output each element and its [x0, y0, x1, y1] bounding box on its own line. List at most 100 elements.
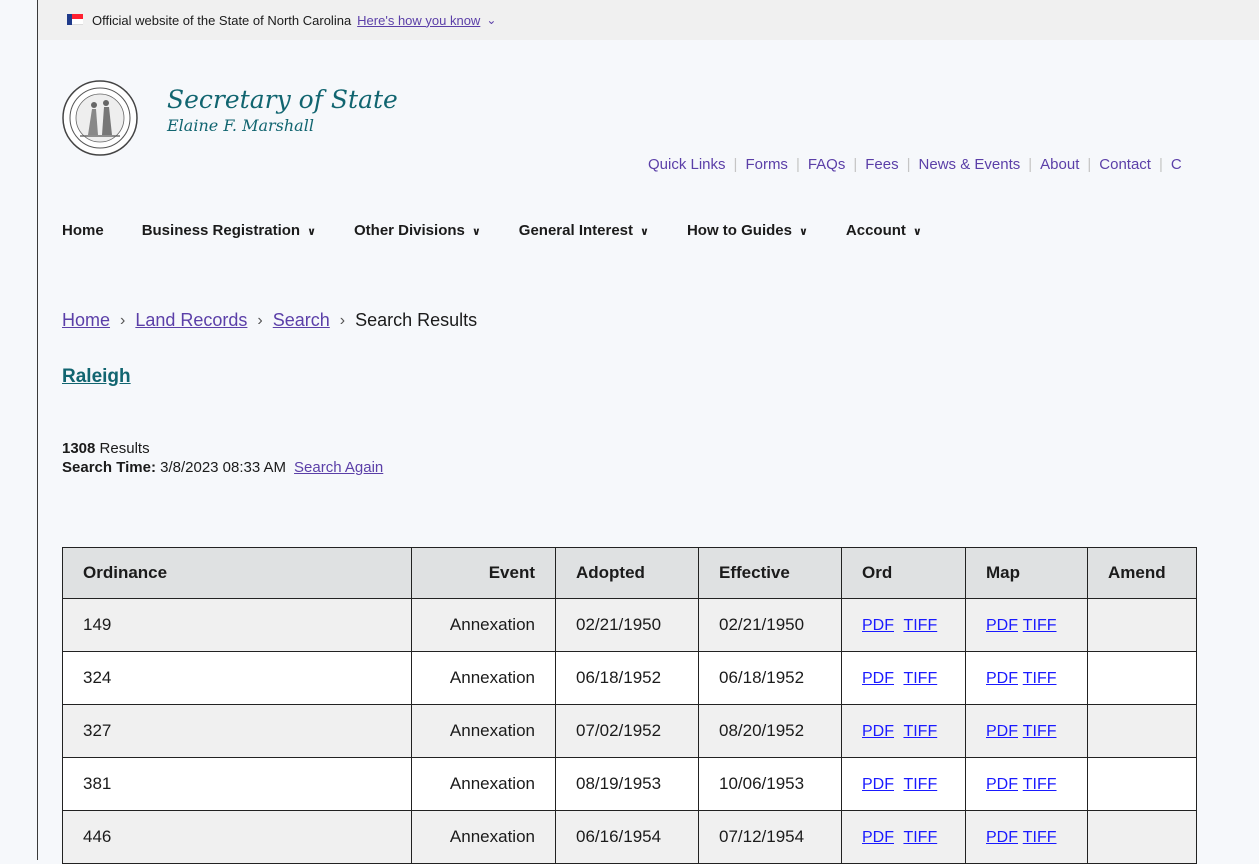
map-pdf-link[interactable]: PDF [986, 723, 1018, 740]
breadcrumb-land-records[interactable]: Land Records [135, 310, 247, 331]
nav-how-to-guides[interactable]: How to Guides ∨ [687, 222, 808, 239]
chevron-down-icon: ∨ [471, 226, 481, 238]
faqs-link[interactable]: FAQs [808, 156, 846, 173]
utility-nav: Quick Links | Forms | FAQs | Fees | News & E… [648, 156, 1182, 173]
ord-tiff-link[interactable]: TIFF [903, 617, 937, 634]
search-time-value: 3/8/2023 08:33 AM [160, 459, 287, 476]
place-heading-link[interactable]: Raleigh [62, 366, 131, 388]
map-tiff-link[interactable]: TIFF [1023, 776, 1057, 793]
map-links-cell: PDF TIFF [965, 810, 1088, 864]
page-edge-rule [37, 0, 38, 860]
ordinance-cell: 446 [62, 810, 412, 864]
contact-link[interactable]: Contact [1099, 156, 1151, 173]
ord-pdf-link[interactable]: PDF [862, 829, 894, 846]
adopted-cell: 06/18/1952 [555, 651, 699, 705]
nav-home[interactable]: Home [62, 222, 104, 239]
ord-links-cell: PDF TIFF [841, 704, 966, 758]
brand-title[interactable]: Secretary of State [167, 85, 398, 114]
effective-cell: 02/21/1950 [698, 598, 842, 652]
divider: | [1087, 156, 1092, 173]
nav-label: Home [62, 222, 104, 239]
adopted-cell: 06/16/1954 [555, 810, 699, 864]
event-cell: Annexation [411, 651, 556, 705]
map-pdf-link[interactable]: PDF [986, 617, 1018, 634]
breadcrumb-current: Search Results [355, 310, 478, 330]
official-banner: Official website of the State of North C… [38, 0, 1259, 40]
adopted-cell: 02/21/1950 [555, 598, 699, 652]
ordinance-cell: 327 [62, 704, 412, 758]
table-row: 446 Annexation 06/16/1954 07/12/1954 PDF… [62, 810, 1197, 864]
map-tiff-link[interactable]: TIFF [1023, 829, 1057, 846]
effective-cell: 07/12/1954 [698, 810, 842, 864]
how-you-know-link[interactable]: Here's how you know [357, 13, 480, 28]
map-links-cell: PDF TIFF [965, 598, 1088, 652]
ord-tiff-link[interactable]: TIFF [903, 829, 937, 846]
map-tiff-link[interactable]: TIFF [1023, 723, 1057, 740]
ordinance-cell: 381 [62, 757, 412, 811]
ord-pdf-link[interactable]: PDF [862, 617, 894, 634]
breadcrumb-search[interactable]: Search [273, 310, 330, 331]
map-pdf-link[interactable]: PDF [986, 776, 1018, 793]
col-header-adopted: Adopted [555, 547, 699, 599]
map-pdf-link[interactable]: PDF [986, 670, 1018, 687]
chevron-down-icon[interactable]: ⌄ [486, 13, 496, 27]
event-cell: Annexation [411, 810, 556, 864]
map-links-cell: PDF TIFF [965, 757, 1088, 811]
nav-other-divisions[interactable]: Other Divisions ∨ [354, 222, 481, 239]
nav-business-registration[interactable]: Business Registration ∨ [142, 222, 316, 239]
ord-tiff-link[interactable]: TIFF [903, 670, 937, 687]
ord-tiff-link[interactable]: TIFF [903, 776, 937, 793]
event-cell: Annexation [411, 598, 556, 652]
table-row: 381 Annexation 08/19/1953 10/06/1953 PDF… [62, 757, 1197, 811]
map-tiff-link[interactable]: TIFF [1023, 617, 1057, 634]
chevron-down-icon: ∨ [640, 226, 649, 238]
divider: | [795, 156, 800, 173]
breadcrumb: Home › Land Records › Search › Search Re… [62, 310, 477, 331]
amend-cell [1087, 651, 1197, 705]
ord-tiff-link[interactable]: TIFF [903, 723, 937, 740]
amend-cell [1087, 598, 1197, 652]
about-link[interactable]: About [1040, 156, 1079, 173]
table-row: 149 Annexation 02/21/1950 02/21/1950 PDF… [62, 598, 1197, 652]
chevron-right-icon: › [120, 311, 126, 329]
news-events-link[interactable]: News & Events [919, 156, 1021, 173]
ord-links-cell: PDF TIFF [841, 598, 966, 652]
map-tiff-link[interactable]: TIFF [1023, 670, 1057, 687]
truncated-link[interactable]: C [1171, 156, 1182, 173]
ord-pdf-link[interactable]: PDF [862, 723, 894, 740]
forms-link[interactable]: Forms [745, 156, 788, 173]
nc-flag-icon [67, 14, 83, 25]
ord-links-cell: PDF TIFF [841, 810, 966, 864]
nc-seal-logo[interactable] [62, 79, 158, 157]
ordinance-cell: 324 [62, 651, 412, 705]
map-links-cell: PDF TIFF [965, 651, 1088, 705]
chevron-down-icon: ∨ [912, 226, 922, 238]
map-pdf-link[interactable]: PDF [986, 829, 1018, 846]
search-time-label: Search Time: [62, 459, 156, 476]
search-again-link[interactable]: Search Again [294, 459, 383, 476]
divider: | [1158, 156, 1163, 173]
ord-pdf-link[interactable]: PDF [862, 776, 894, 793]
ord-links-cell: PDF TIFF [841, 757, 966, 811]
nav-general-interest[interactable]: General Interest ∨ [519, 222, 649, 239]
effective-cell: 10/06/1953 [698, 757, 842, 811]
official-text: Official website of the State of North C… [92, 12, 352, 28]
ord-pdf-link[interactable]: PDF [862, 670, 894, 687]
amend-cell [1087, 810, 1197, 864]
col-header-map: Map [965, 547, 1088, 599]
ord-links-cell: PDF TIFF [841, 651, 966, 705]
divider: | [853, 156, 858, 173]
fees-link[interactable]: Fees [865, 156, 898, 173]
divider: | [906, 156, 911, 173]
adopted-cell: 08/19/1953 [555, 757, 699, 811]
breadcrumb-home[interactable]: Home [62, 310, 110, 331]
result-count: 1308 [62, 440, 96, 457]
results-table: Ordinance Event Adopted Effective Ord Ma… [62, 547, 1197, 864]
chevron-down-icon: ∨ [307, 226, 316, 238]
quick-links-link[interactable]: Quick Links [648, 156, 726, 173]
table-row: 327 Annexation 07/02/1952 08/20/1952 PDF… [62, 704, 1197, 758]
map-links-cell: PDF TIFF [965, 704, 1088, 758]
table-header-row: Ordinance Event Adopted Effective Ord Ma… [62, 547, 1197, 599]
nav-account[interactable]: Account ∨ [846, 222, 922, 239]
divider: | [1028, 156, 1033, 173]
